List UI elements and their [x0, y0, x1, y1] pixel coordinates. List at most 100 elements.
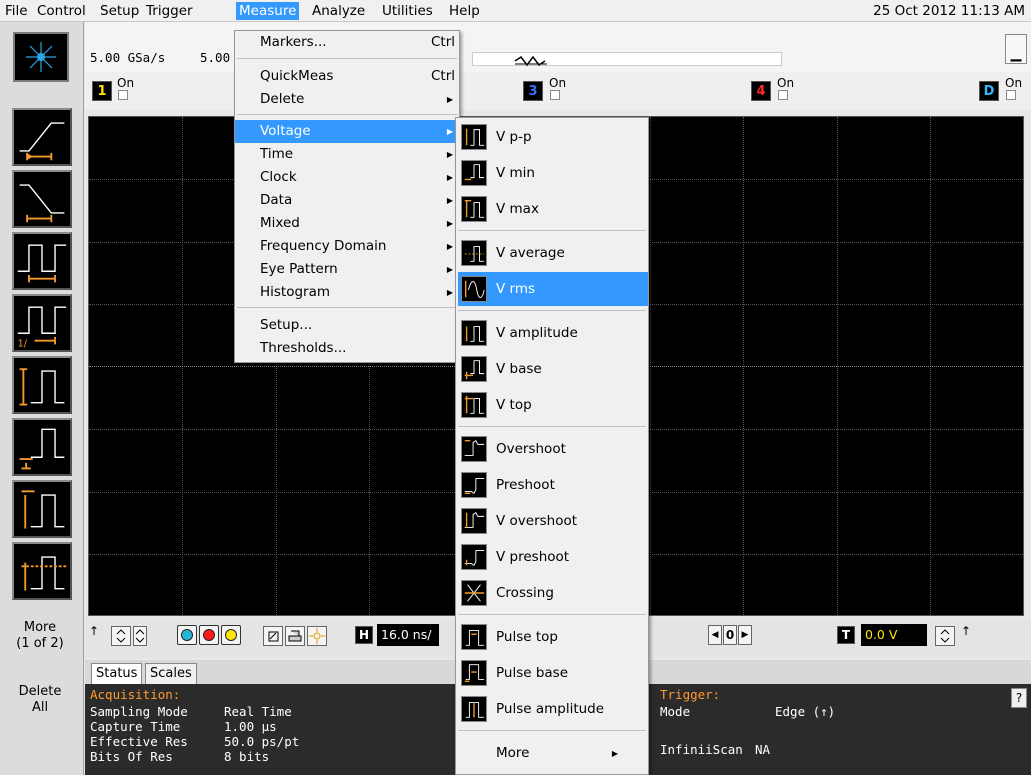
menu-item-frequency-domain[interactable]: Frequency Domain ▶ — [235, 235, 459, 258]
v-top-icon — [21, 556, 67, 591]
autoscale-button[interactable] — [177, 625, 197, 645]
menu-item-setup[interactable]: Setup... — [235, 314, 459, 337]
digital-checkbox[interactable] — [1006, 90, 1016, 100]
menu-item-v-max[interactable]: V max — [458, 192, 648, 226]
crossing-icon — [461, 580, 487, 606]
period-button[interactable] — [12, 232, 72, 290]
channel-1-on-label: On — [117, 76, 135, 90]
time-label: Time — [260, 146, 294, 162]
channel-3-checkbox[interactable] — [550, 90, 560, 100]
more-button[interactable]: More (1 of 2) — [2, 620, 78, 652]
stop-button[interactable] — [199, 625, 219, 645]
updown-icon — [116, 629, 126, 643]
trigger-title: Trigger: — [660, 687, 721, 702]
menu-item-v-base[interactable]: V base — [458, 352, 648, 386]
tab-status[interactable]: Status — [91, 663, 143, 684]
channel-4-checkbox[interactable] — [778, 90, 788, 100]
trigger-button[interactable]: T — [837, 626, 855, 644]
svg-text:1/: 1/ — [18, 338, 28, 349]
menu-item-v-pp[interactable]: V p-p — [458, 120, 648, 154]
v-pp-button[interactable] — [12, 356, 72, 414]
menu-item-histogram[interactable]: Histogram ▶ — [235, 281, 459, 304]
menu-file[interactable]: File — [2, 2, 31, 20]
agilent-logo-button[interactable] — [13, 32, 69, 82]
offset-value[interactable]: 0 — [723, 625, 737, 645]
tab-scales[interactable]: Scales — [145, 663, 197, 684]
print-button[interactable] — [285, 626, 305, 646]
digital-channel-button[interactable]: D — [979, 81, 999, 101]
menu-item-data[interactable]: Data ▶ — [235, 189, 459, 212]
menu-item-crossing[interactable]: Crossing — [458, 576, 648, 610]
menu-item-more[interactable]: More ▶ — [456, 742, 648, 765]
v-min-icon — [461, 160, 487, 186]
menu-item-v-overshoot[interactable]: V overshoot — [458, 504, 648, 538]
bits-of-res-value: 8 bits — [224, 749, 270, 764]
frequency-button[interactable]: 1/ — [12, 294, 72, 352]
channel-4-button[interactable]: 4 — [751, 81, 771, 101]
data-label: Data — [260, 192, 293, 208]
rise-time-button[interactable] — [12, 108, 72, 166]
infiniiscan-label: InfiniiScan — [660, 742, 743, 757]
default-setup-button[interactable] — [307, 626, 327, 646]
menu-item-mixed[interactable]: Mixed ▶ — [235, 212, 459, 235]
clock-label: Clock — [260, 169, 297, 185]
v-max-label: V max — [496, 201, 539, 217]
menu-item-delete[interactable]: Delete ▶ — [235, 88, 459, 111]
menu-item-markers[interactable]: Markers... Ctrl — [235, 31, 459, 54]
offset-left-button[interactable]: ◀ — [708, 625, 722, 645]
submenu-arrow-icon: ▶ — [446, 265, 453, 274]
menu-item-v-top[interactable]: V top — [458, 388, 648, 422]
menu-item-quickmeas[interactable]: QuickMeas Ctrl — [235, 65, 459, 88]
menu-item-clock[interactable]: Clock ▶ — [235, 166, 459, 189]
menu-item-eye-pattern[interactable]: Eye Pattern ▶ — [235, 258, 459, 281]
trigger-level-stepper[interactable] — [935, 626, 955, 646]
menu-utilities[interactable]: Utilities — [379, 2, 436, 20]
offset-right-button[interactable]: ▶ — [738, 625, 752, 645]
menu-item-pulse-base[interactable]: Pulse base — [458, 656, 648, 690]
v-min-button[interactable] — [12, 418, 72, 476]
minimize-button[interactable]: ▁ — [1005, 34, 1027, 64]
menu-help[interactable]: Help — [446, 2, 483, 20]
menu-item-thresholds[interactable]: Thresholds... — [235, 337, 459, 360]
menu-setup[interactable]: Setup — [97, 2, 142, 20]
fall-time-button[interactable] — [12, 170, 72, 228]
markers-shortcut: Ctrl — [430, 34, 455, 50]
menu-item-v-amplitude[interactable]: V amplitude — [458, 316, 648, 350]
waveform-overview-bar[interactable] — [472, 52, 782, 67]
zoom-stepper[interactable] — [111, 626, 131, 646]
menu-item-preshoot[interactable]: Preshoot — [458, 468, 648, 502]
menu-item-overshoot[interactable]: Overshoot — [458, 432, 648, 466]
menu-item-v-average[interactable]: V average — [458, 236, 648, 270]
channel-1-button[interactable]: 1 — [92, 81, 112, 101]
menu-item-time[interactable]: Time ▶ — [235, 143, 459, 166]
voltage-label: Voltage — [260, 123, 311, 139]
menu-item-voltage[interactable]: Voltage ▶ — [235, 120, 459, 143]
horizontal-button[interactable]: H — [355, 626, 373, 644]
menu-control[interactable]: Control — [34, 2, 89, 20]
channel-row: 1 On 3 On 4 On D On — [85, 72, 1031, 110]
channel-1-checkbox[interactable] — [118, 90, 128, 100]
timebase-field[interactable]: 16.0 ns/ — [377, 624, 439, 646]
channel-3-button[interactable]: 3 — [523, 81, 543, 101]
help-button[interactable]: ? — [1011, 688, 1027, 708]
menu-item-pulse-top[interactable]: Pulse top — [458, 620, 648, 654]
delete-label: Delete — [18, 684, 62, 699]
scale-stepper[interactable] — [133, 626, 147, 646]
menu-item-v-preshoot[interactable]: V preshoot — [458, 540, 648, 574]
menu-item-v-min[interactable]: V min — [458, 156, 648, 190]
delete-label: Delete — [260, 91, 305, 107]
sample-points-text: 5.00 — [200, 50, 231, 65]
delete-all-button[interactable]: Delete All — [2, 684, 78, 716]
trigger-level-field[interactable]: 0.0 V — [861, 624, 927, 646]
preshoot-icon — [461, 472, 487, 498]
single-button[interactable] — [221, 625, 241, 645]
chevron-updown-icon — [135, 629, 145, 643]
v-top-button[interactable] — [12, 542, 72, 600]
menu-analyze[interactable]: Analyze — [309, 2, 368, 20]
v-max-button[interactable] — [12, 480, 72, 538]
menu-measure[interactable]: Measure — [236, 2, 300, 20]
clear-display-button[interactable] — [263, 626, 283, 646]
menu-item-v-rms[interactable]: V rms — [458, 272, 648, 306]
menu-trigger[interactable]: Trigger — [143, 2, 196, 20]
menu-item-pulse-amplitude[interactable]: Pulse amplitude — [458, 692, 648, 726]
